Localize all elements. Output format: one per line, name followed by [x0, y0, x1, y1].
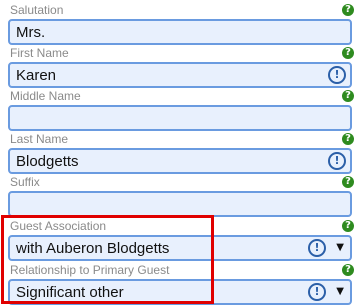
relationship-field: Relationship to Primary Guest ? Signific… [0, 263, 362, 307]
help-icon[interactable]: ? [342, 176, 354, 188]
help-icon[interactable]: ? [342, 47, 354, 59]
suffix-field: Suffix ? [0, 175, 362, 219]
help-icon[interactable]: ? [342, 4, 354, 16]
middle-name-label: Middle Name [10, 89, 81, 103]
last-name-value: Blodgetts [16, 153, 79, 170]
relationship-value: Significant other [16, 284, 124, 301]
salutation-input[interactable]: Mrs. [8, 19, 352, 45]
warning-icon[interactable]: ! [308, 283, 326, 301]
help-icon[interactable]: ? [342, 264, 354, 276]
help-icon[interactable]: ? [342, 133, 354, 145]
suffix-input[interactable] [8, 191, 352, 217]
help-icon[interactable]: ? [342, 90, 354, 102]
salutation-value: Mrs. [16, 24, 46, 41]
middle-name-input[interactable] [8, 105, 352, 131]
guest-association-label: Guest Association [10, 219, 107, 233]
warning-icon[interactable]: ! [328, 66, 346, 84]
first-name-field: First Name ? Karen ! [0, 46, 362, 90]
first-name-label: First Name [10, 46, 69, 60]
last-name-field: Last Name ? Blodgetts ! [0, 132, 362, 176]
relationship-select[interactable]: Significant other ! ▼ [8, 279, 352, 305]
middle-name-field: Middle Name ? [0, 89, 362, 133]
salutation-label: Salutation [10, 3, 64, 17]
last-name-input[interactable]: Blodgetts ! [8, 148, 352, 174]
warning-icon[interactable]: ! [308, 239, 326, 257]
first-name-value: Karen [16, 67, 57, 84]
last-name-label: Last Name [10, 132, 69, 146]
guest-association-select[interactable]: with Auberon Blodgetts ! ▼ [8, 235, 352, 261]
suffix-label: Suffix [10, 175, 40, 189]
guest-association-field: Guest Association ? with Auberon Blodget… [0, 219, 362, 263]
guest-association-value: with Auberon Blodgetts [16, 240, 170, 257]
first-name-input[interactable]: Karen ! [8, 62, 352, 88]
chevron-down-icon[interactable]: ▼ [336, 286, 344, 298]
relationship-label: Relationship to Primary Guest [10, 263, 170, 277]
warning-icon[interactable]: ! [328, 152, 346, 170]
chevron-down-icon[interactable]: ▼ [336, 242, 344, 254]
help-icon[interactable]: ? [342, 220, 354, 232]
salutation-field: Salutation ? Mrs. [0, 3, 362, 47]
